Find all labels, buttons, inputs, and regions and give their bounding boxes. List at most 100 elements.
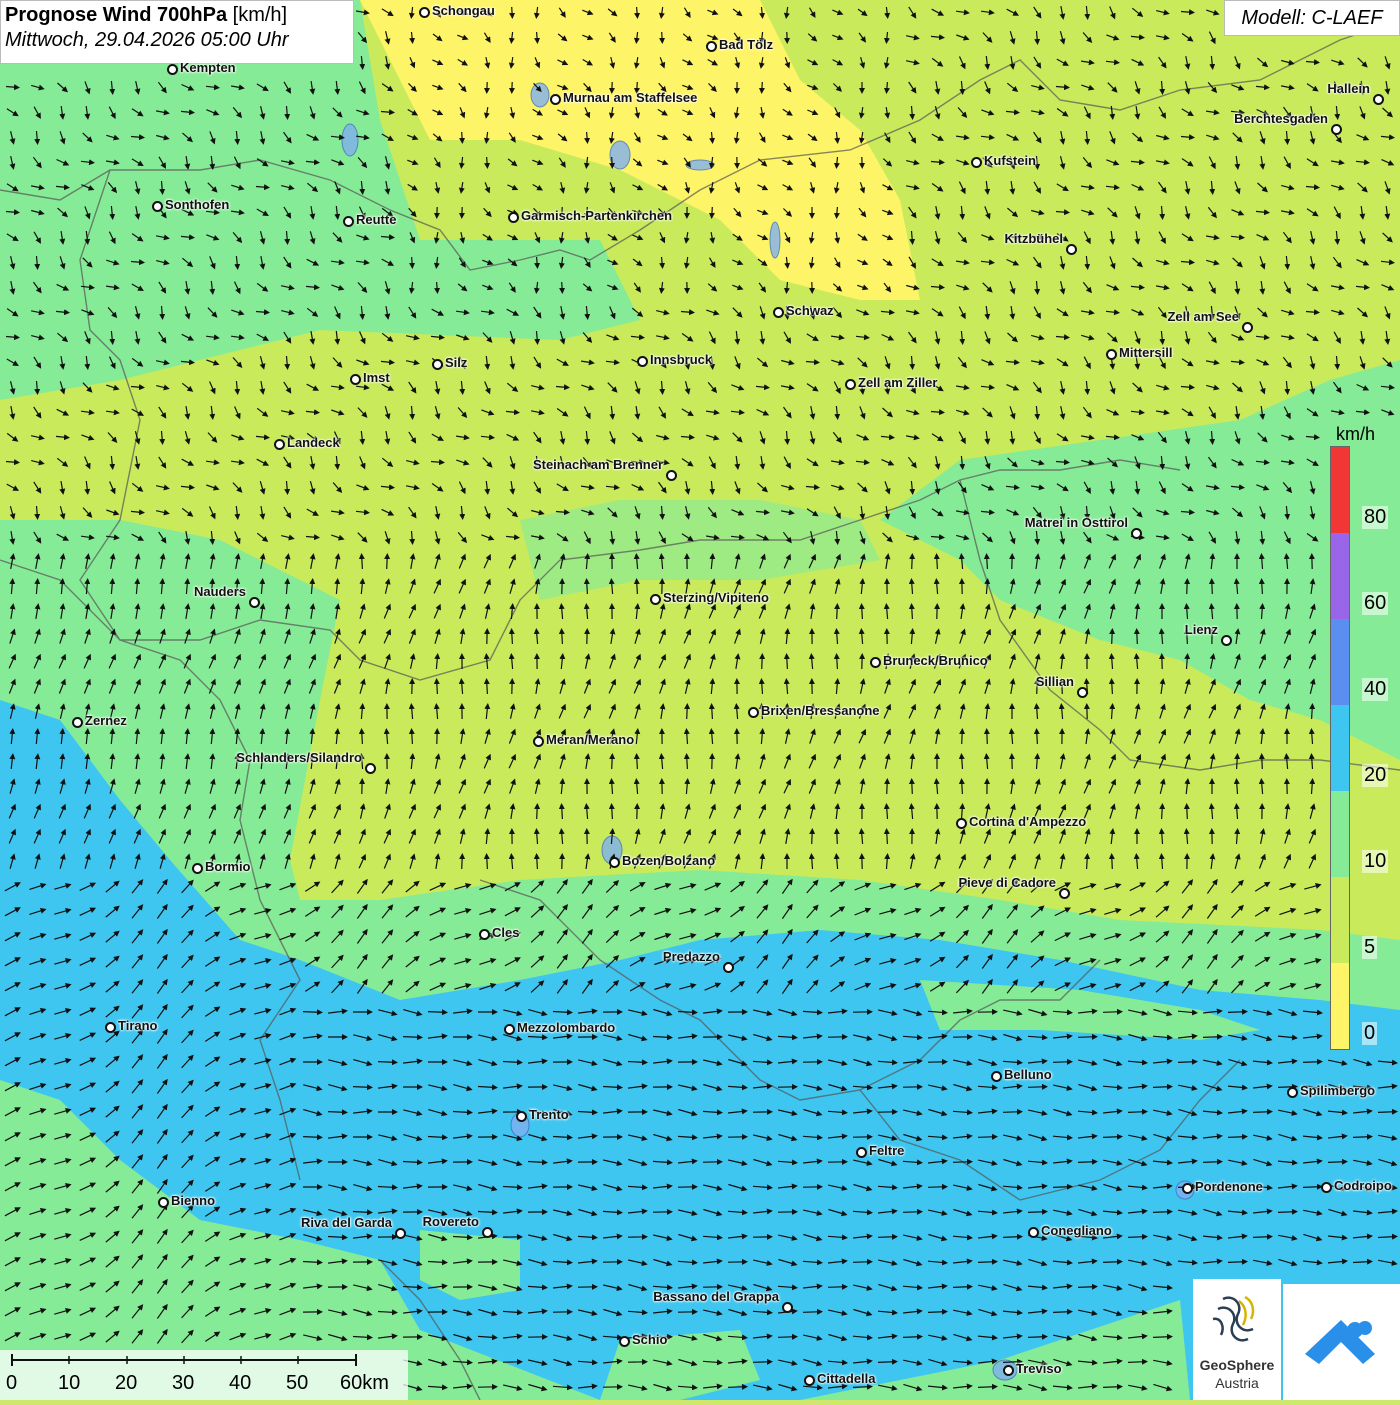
city-marker-garmisch-partenkirchen bbox=[508, 212, 519, 223]
legend-seg-10 bbox=[1331, 791, 1349, 877]
wind-arrow-1713 bbox=[562, 805, 563, 819]
map-subtitle: Mittwoch, 29.04.2026 05:00 Uhr bbox=[5, 29, 349, 52]
city-marker-cittadella bbox=[804, 1375, 815, 1386]
wind-arrow-1364 bbox=[1112, 630, 1113, 644]
wind-arrow-520 bbox=[412, 257, 413, 267]
city-label-brixen-bressanone: Brixen/Bressanone bbox=[761, 703, 880, 718]
wind-arrow-2910 bbox=[728, 1387, 746, 1388]
wind-arrow-2865 bbox=[1153, 1337, 1171, 1338]
legend-seg-20 bbox=[1331, 705, 1349, 791]
wind-arrow-1175 bbox=[362, 555, 363, 569]
wind-arrow-1470 bbox=[1112, 680, 1113, 694]
city-label-imst: Imst bbox=[363, 370, 390, 385]
city-label-trento: Trento bbox=[529, 1107, 569, 1122]
wind-arrow-1403 bbox=[762, 655, 763, 669]
wind-arrow-2708 bbox=[978, 1262, 996, 1263]
city-label-landeck: Landeck bbox=[287, 435, 340, 450]
wind-arrow-2323 bbox=[1153, 1087, 1171, 1088]
wind-arrow-2860 bbox=[1028, 1337, 1046, 1338]
city-label-rovereto: Rovereto bbox=[423, 1214, 479, 1229]
wind-arrow-2318 bbox=[1028, 1087, 1046, 1088]
city-label-belluno: Belluno bbox=[1004, 1067, 1052, 1082]
city-label-steinach-am-brenner: Steinach am Brenner bbox=[533, 457, 663, 472]
wind-arrow-2346 bbox=[328, 1112, 346, 1113]
wind-arrow-525 bbox=[537, 257, 538, 267]
scale-label-60km: 60km bbox=[340, 1372, 389, 1395]
wind-arrow-142 bbox=[762, 82, 763, 92]
city-label-spilimbergo: Spilimbergo bbox=[1300, 1083, 1375, 1098]
city-marker-zell-am-see bbox=[1242, 322, 1253, 333]
wind-arrow-2159 bbox=[1103, 1012, 1121, 1013]
wind-arrow-1777 bbox=[837, 830, 838, 844]
wind-arrow-2373 bbox=[1003, 1112, 1021, 1113]
city-marker-bad-t-lz bbox=[706, 41, 717, 52]
wind-arrow-2216 bbox=[1203, 1037, 1221, 1038]
wind-arrow-1548 bbox=[412, 730, 413, 744]
wind-arrow-47 bbox=[662, 32, 663, 42]
wind-arrow-2498 bbox=[1328, 1162, 1346, 1163]
city-marker-treviso bbox=[1003, 1365, 1014, 1376]
wind-arrow-304 bbox=[612, 157, 613, 167]
city-label-cittadella: Cittadella bbox=[817, 1371, 876, 1386]
wind-arrow-1300 bbox=[837, 605, 838, 619]
wind-arrow-2291 bbox=[353, 1087, 371, 1088]
city-marker-cortina-d-ampezzo bbox=[956, 818, 967, 829]
wind-arrow-2758 bbox=[828, 1287, 846, 1288]
wind-arrow-1507 bbox=[712, 705, 713, 719]
wind-arrow-1406 bbox=[837, 655, 838, 669]
city-label-hallein: Hallein bbox=[1327, 81, 1370, 96]
wind-arrow-1200 bbox=[987, 555, 988, 569]
wind-arrow-2211 bbox=[1078, 1037, 1096, 1038]
city-marker-bruneck-brunico bbox=[870, 657, 881, 668]
wind-arrow-299 bbox=[487, 157, 488, 167]
wind-arrow-1635 bbox=[1262, 755, 1263, 769]
city-marker-tirano bbox=[105, 1022, 116, 1033]
wind-arrow-2608 bbox=[1278, 1212, 1296, 1213]
city-marker-bassano-del-grappa bbox=[782, 1302, 793, 1313]
wind-arrow-1634 bbox=[1237, 755, 1238, 769]
city-label-mittersill: Mittersill bbox=[1119, 345, 1172, 360]
legend: km/h 80 60 40 20 10 5 0 bbox=[1328, 420, 1388, 1060]
wind-arrow-1738 bbox=[1187, 805, 1188, 819]
city-label-zernez: Zernez bbox=[85, 713, 127, 728]
wind-arrow-1815 bbox=[462, 855, 463, 869]
wind-arrow-147 bbox=[887, 82, 888, 92]
city-marker-zell-am-ziller bbox=[845, 379, 856, 390]
wind-arrow-2768 bbox=[1078, 1287, 1096, 1288]
legend-colorbar bbox=[1330, 446, 1350, 1050]
geosphere-country: Austria bbox=[1193, 1375, 1281, 1391]
legend-tick-60: 60 bbox=[1362, 592, 1388, 615]
city-label-zell-am-ziller: Zell am Ziller bbox=[858, 375, 937, 390]
wind-arrow-1303 bbox=[912, 605, 913, 619]
wind-arrow-2880 bbox=[753, 1362, 771, 1363]
city-label-kitzb-hel: Kitzbühel bbox=[1005, 231, 1064, 246]
wind-arrow-2603 bbox=[1153, 1212, 1171, 1213]
city-label-nauders: Nauders bbox=[194, 584, 246, 599]
scale-label-20: 20 bbox=[115, 1372, 137, 1395]
city-marker-bienno bbox=[158, 1197, 169, 1208]
city-label-predazzo: Predazzo bbox=[663, 949, 720, 964]
wind-arrow-420 bbox=[712, 207, 713, 217]
legend-seg-80 bbox=[1331, 447, 1349, 533]
wind-arrow-1776 bbox=[812, 830, 813, 844]
wind-arrow-2428 bbox=[978, 1137, 996, 1138]
geosphere-logo: GeoSphere Austria bbox=[1193, 1279, 1281, 1400]
wind-arrow-2553 bbox=[1303, 1187, 1321, 1188]
wind-arrow-242 bbox=[462, 132, 463, 142]
wind-arrow-2543 bbox=[1053, 1187, 1071, 1188]
wind-arrow-2273 bbox=[1303, 1062, 1321, 1063]
city-label-mezzolombardo: Mezzolombardo bbox=[517, 1020, 615, 1035]
city-marker-mittersill bbox=[1106, 349, 1117, 360]
city-label-bruneck-brunico: Bruneck/Brunico bbox=[883, 653, 988, 668]
wind-arrow-1737 bbox=[1162, 805, 1163, 819]
wind-arrow-6 bbox=[512, 7, 513, 17]
city-label-lienz: Lienz bbox=[1185, 622, 1218, 637]
legend-seg-60 bbox=[1331, 533, 1349, 619]
city-label-pieve-di-cadore: Pieve di Cadore bbox=[958, 875, 1056, 890]
city-label-murnau-am-staffelsee: Murnau am Staffelsee bbox=[563, 90, 697, 105]
wind-arrow-2401 bbox=[303, 1137, 321, 1138]
wind-arrow-1609 bbox=[612, 755, 613, 769]
wind-arrow-2915 bbox=[853, 1387, 871, 1388]
wind-arrow-2598 bbox=[1028, 1212, 1046, 1213]
wind-arrow-1176 bbox=[387, 555, 388, 569]
